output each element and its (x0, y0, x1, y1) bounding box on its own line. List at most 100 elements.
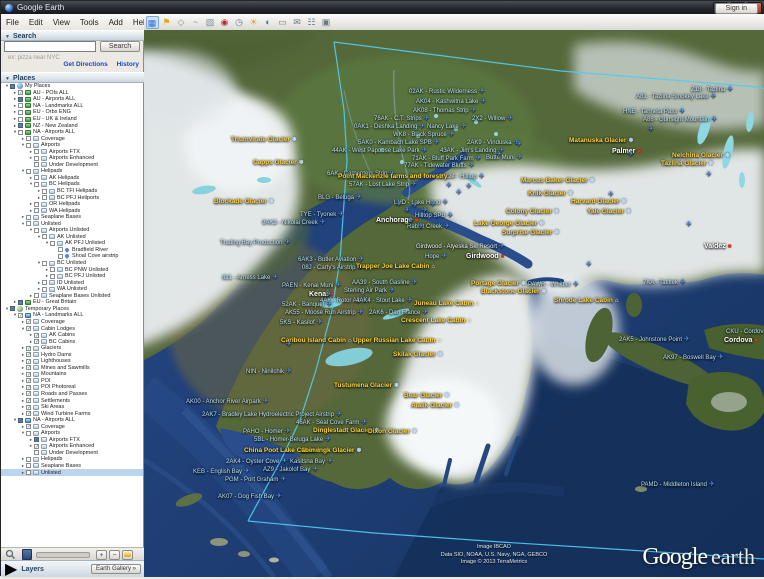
checkbox[interactable] (34, 149, 39, 154)
checkbox[interactable] (34, 156, 39, 161)
airport-label[interactable]: 44AK - West Papoose Lake Park✈ (332, 146, 427, 154)
city-label[interactable]: Cordova■ (724, 337, 758, 344)
checkbox[interactable] (42, 234, 47, 239)
checkbox[interactable] (26, 136, 31, 141)
checkbox[interactable] (26, 221, 31, 226)
landmark-label[interactable]: Aialik Glacier❄ (411, 402, 459, 409)
landmark-label[interactable]: Dixon Glacier❄ (368, 428, 417, 435)
airport-label[interactable]: TYE - Tyonek✈ (300, 210, 344, 218)
checkbox[interactable] (50, 267, 55, 272)
airport-label[interactable]: CKU - Cordova✈ (726, 327, 764, 335)
landmark-label[interactable]: Shrode Lake Cabin⌂ (554, 297, 619, 304)
landmark-label[interactable]: Portage Glacier❄ (471, 280, 526, 287)
email-icon[interactable]: ✉ (291, 16, 304, 29)
airport-label[interactable]: ✈ (444, 181, 452, 189)
checkbox[interactable] (34, 202, 39, 207)
checkbox[interactable] (26, 463, 31, 468)
airport-label[interactable]: AZ9 - Jakolof Bay✈ (263, 465, 318, 473)
checkbox[interactable]: ✓ (26, 385, 31, 390)
add-placemark-icon[interactable]: ⚑ (160, 16, 173, 29)
checkbox[interactable] (42, 287, 47, 292)
checkbox[interactable] (10, 306, 15, 311)
remove-content-button[interactable]: − (109, 550, 120, 560)
landmark-label[interactable]: Bear Glacier❄ (404, 392, 449, 399)
airport-label[interactable]: ✈ (416, 222, 424, 230)
add-content-button[interactable]: + (96, 550, 107, 560)
menu-add[interactable]: Add (104, 18, 128, 27)
airport-label[interactable]: PGM - Port Graham✈ (225, 475, 286, 483)
add-polygon-icon[interactable]: ◇ (175, 16, 188, 29)
landmark-label[interactable]: Blackstone Glacier❄ (481, 288, 547, 295)
airport-label[interactable]: KEB - English Bay✈ (193, 467, 250, 475)
checkbox[interactable]: ✓ (26, 365, 31, 370)
airport-label[interactable]: 08J - Carty's Airstrip✈ (302, 263, 363, 271)
checkbox[interactable] (18, 130, 23, 135)
checkbox[interactable] (34, 208, 39, 213)
checkbox[interactable]: ✓ (26, 326, 31, 331)
landmark-label[interactable]: Matanuska Glacier❄ (569, 137, 633, 144)
landmark-label[interactable]: Upper Russian Lake Cabin⌂ (353, 337, 441, 344)
landmark-label[interactable]: Crescent Lake Cabin⌂ (401, 317, 471, 324)
checkbox[interactable] (18, 117, 23, 122)
airport-label[interactable]: ✈ (454, 188, 462, 196)
checkbox[interactable]: ✓ (26, 398, 31, 403)
checkbox[interactable] (34, 175, 39, 180)
landmark-label[interactable]: Tazlina Glacier❄ (661, 160, 713, 167)
title-bar[interactable]: Google Earth ─ □ × (1, 1, 764, 14)
checkbox[interactable] (34, 182, 39, 187)
airport-label[interactable]: 4AK4 - Stout Lake✈ (356, 296, 413, 304)
airport-label[interactable]: AK55 - Moose Run Airstrip✈ (285, 308, 364, 316)
checkbox[interactable] (42, 195, 47, 200)
checkbox[interactable] (26, 431, 31, 436)
airport-label[interactable]: 7KA - Tatitlek✈ (643, 278, 686, 286)
airport-label[interactable]: ✈ (428, 200, 436, 208)
airport-label[interactable]: PAWR - Whittier✈ (528, 280, 579, 288)
record-tour-icon[interactable]: ◉ (218, 16, 231, 29)
checkbox[interactable] (58, 254, 63, 259)
airport-label[interactable]: AK00 - Anchor River Airpark✈ (186, 397, 269, 405)
checkbox[interactable] (18, 300, 23, 305)
checkbox[interactable]: ✓ (26, 378, 31, 383)
checkbox[interactable]: ✓ (18, 90, 23, 95)
airport-label[interactable]: 46AK - Seal Cove Farm✈ (296, 418, 367, 426)
menu-file[interactable]: File (1, 18, 24, 27)
airport-label[interactable]: Nancy Lake✈ (427, 122, 467, 130)
airport-label[interactable]: ✈ (410, 201, 418, 209)
airport-label[interactable]: ✈ (584, 260, 592, 268)
airport-label[interactable]: PAEN - Kenai Muni✈ (282, 281, 341, 289)
airport-label[interactable]: 9AK3 - Nikolai Creek✈ (262, 218, 326, 226)
sunlight-icon[interactable]: ☀ (247, 16, 260, 29)
airport-label[interactable]: 02AK - Rustic Wilderness✈ (409, 87, 485, 95)
landmark-label[interactable]: Nelchina Glacier❄ (672, 152, 730, 159)
airport-label[interactable]: PAHO - Homer✈ (243, 427, 291, 435)
checkbox[interactable] (50, 274, 55, 279)
airport-label[interactable]: Trading Bay Production✈ (220, 238, 290, 246)
airport-label[interactable]: Butte Muni✈ (486, 153, 523, 161)
get-directions-link[interactable]: Get Directions (63, 61, 107, 68)
airport-label[interactable]: 2AK7 - Bradley Lake Hydroelectric Projec… (202, 410, 342, 418)
checkbox[interactable]: ✓ (34, 444, 39, 449)
places-panel-header[interactable]: ▼Places (1, 72, 144, 83)
airport-label[interactable]: ✈ (514, 140, 522, 148)
airport-label[interactable]: 77AK - Tidewater Bluffs✈ (404, 161, 474, 169)
city-label[interactable]: Girdwood■ (466, 253, 504, 260)
checkbox[interactable]: ✓ (34, 333, 39, 338)
airport-label[interactable]: PAMD - Middleton Island✈ (641, 480, 715, 488)
landmark-label[interactable]: Skilak Glacier❄ (393, 351, 443, 358)
airport-label[interactable]: ✈ (464, 182, 472, 190)
opacity-slider[interactable] (36, 552, 90, 558)
search-button[interactable]: Search (100, 41, 140, 52)
airport-label[interactable]: 5KS - Kasilof✈ (280, 318, 323, 326)
guide-book-icon[interactable] (22, 549, 32, 560)
checkbox[interactable]: ✓ (26, 372, 31, 377)
airport-label[interactable]: WK8 - Black Spruce✈ (393, 130, 455, 138)
airport-label[interactable]: 2AK4 - Oyster Cove✈ (226, 457, 287, 465)
airport-label[interactable]: 57AK - Lost Lake Strip✈ (349, 180, 417, 188)
checkbox[interactable] (26, 215, 31, 220)
search-panel-header[interactable]: ▼Search (1, 30, 144, 41)
airport-label[interactable]: 2AK5 - Johnstone Point✈ (619, 335, 690, 343)
airport-label[interactable]: AK97 - Boswell Bay✈ (663, 353, 724, 361)
airport-label[interactable]: AK04 - Kashwitna Lake✈ (416, 97, 486, 105)
checkbox[interactable] (34, 293, 39, 298)
airport-label[interactable]: ✈ (704, 170, 712, 178)
